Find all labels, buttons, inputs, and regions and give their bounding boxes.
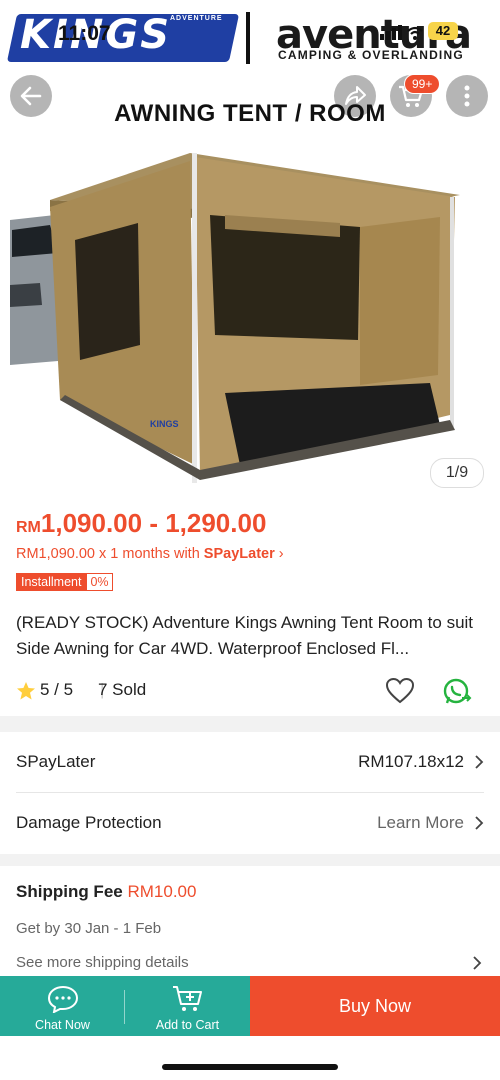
image-counter: 1/9 xyxy=(430,458,484,488)
tent-brand-tag: KINGS xyxy=(150,419,179,429)
paylater-brand: SPayLater xyxy=(203,546,275,562)
shipping-fee: Shipping Fee RM10.00 xyxy=(16,882,196,902)
star-icon xyxy=(17,682,35,700)
aventura-logo-subtext: CAMPING & OVERLANDING xyxy=(278,48,464,62)
section-divider xyxy=(0,716,500,732)
add-to-cart-label: Add to Cart xyxy=(155,1018,220,1032)
paylater-text: RM1,090.00 x 1 months with xyxy=(16,546,204,562)
section-divider xyxy=(0,854,500,866)
damage-protection-label: Damage Protection xyxy=(16,813,162,832)
spaylater-row[interactable]: SPayLater RM107.18x12 xyxy=(16,734,484,790)
spaylater-label: SPayLater xyxy=(16,752,96,771)
see-shipping-details-link[interactable]: See more shipping details xyxy=(16,954,189,971)
heart-icon[interactable] xyxy=(386,678,414,704)
installment-badge: Installment 0% xyxy=(16,573,113,591)
price-range: RM1,090.00 - 1,290.00 xyxy=(16,508,266,539)
buy-now-button[interactable]: Buy Now xyxy=(250,976,500,1036)
learn-more-link[interactable]: Learn More xyxy=(377,813,464,833)
add-to-cart-icon xyxy=(173,986,202,1011)
installment-rate: 0% xyxy=(86,573,113,591)
installment-label: Installment xyxy=(16,573,87,591)
image-title: AWNING TENT / ROOM xyxy=(114,100,386,127)
delivery-estimate: Get by 30 Jan - 1 Feb xyxy=(16,920,162,937)
chat-now-label: Chat Now xyxy=(35,1018,90,1032)
chat-now-button[interactable]: Chat Now xyxy=(0,976,125,1036)
damage-protection-row[interactable]: Damage Protection Learn More xyxy=(16,795,484,851)
battery-indicator: 42 xyxy=(428,22,458,40)
product-image-carousel[interactable]: KINGS ADVENTURE aventura CAMPING & OVERL… xyxy=(0,0,500,500)
chat-icon xyxy=(47,985,79,1013)
shipping-fee-label: Shipping Fee xyxy=(16,882,123,901)
paylater-offer[interactable]: RM1,090.00 x 1 months with SPayLater › xyxy=(16,546,284,562)
bottom-action-bar: Chat Now Add to Cart Buy Now xyxy=(0,976,500,1036)
home-indicator[interactable] xyxy=(162,1064,338,1070)
price-currency: RM xyxy=(16,519,41,536)
shipping-fee-value: RM10.00 xyxy=(127,882,197,901)
chevron-right-icon: › xyxy=(278,546,284,562)
kings-logo-subtext: ADVENTURE xyxy=(170,15,223,22)
signal-icon xyxy=(380,22,424,47)
product-title: (READY STOCK) Adventure Kings Awning Ten… xyxy=(16,613,474,658)
chevron-right-icon xyxy=(475,816,484,830)
spaylater-value: RM107.18x12 xyxy=(358,752,464,771)
product-photo: KINGS xyxy=(10,153,460,483)
rating-row: 5 / 5 | 7 Sold xyxy=(16,678,484,706)
chevron-right-icon[interactable] xyxy=(472,955,482,971)
whatsapp-share-icon[interactable] xyxy=(442,677,472,707)
price-value: 1,090.00 - 1,290.00 xyxy=(40,508,267,538)
add-to-cart-button[interactable]: Add to Cart xyxy=(125,976,250,1036)
row-divider xyxy=(16,792,484,793)
brand-banner: KINGS ADVENTURE aventura CAMPING & OVERL… xyxy=(0,0,500,72)
chevron-right-icon xyxy=(475,755,484,769)
brand-divider xyxy=(246,12,250,64)
bottom-bar-secondary: Chat Now Add to Cart xyxy=(0,976,250,1036)
sold-count: 7 Sold xyxy=(98,680,147,699)
cart-count-badge: 99+ xyxy=(404,74,441,94)
rating-score: 5 / 5 xyxy=(40,680,74,699)
status-time: 11:07 xyxy=(58,22,111,45)
